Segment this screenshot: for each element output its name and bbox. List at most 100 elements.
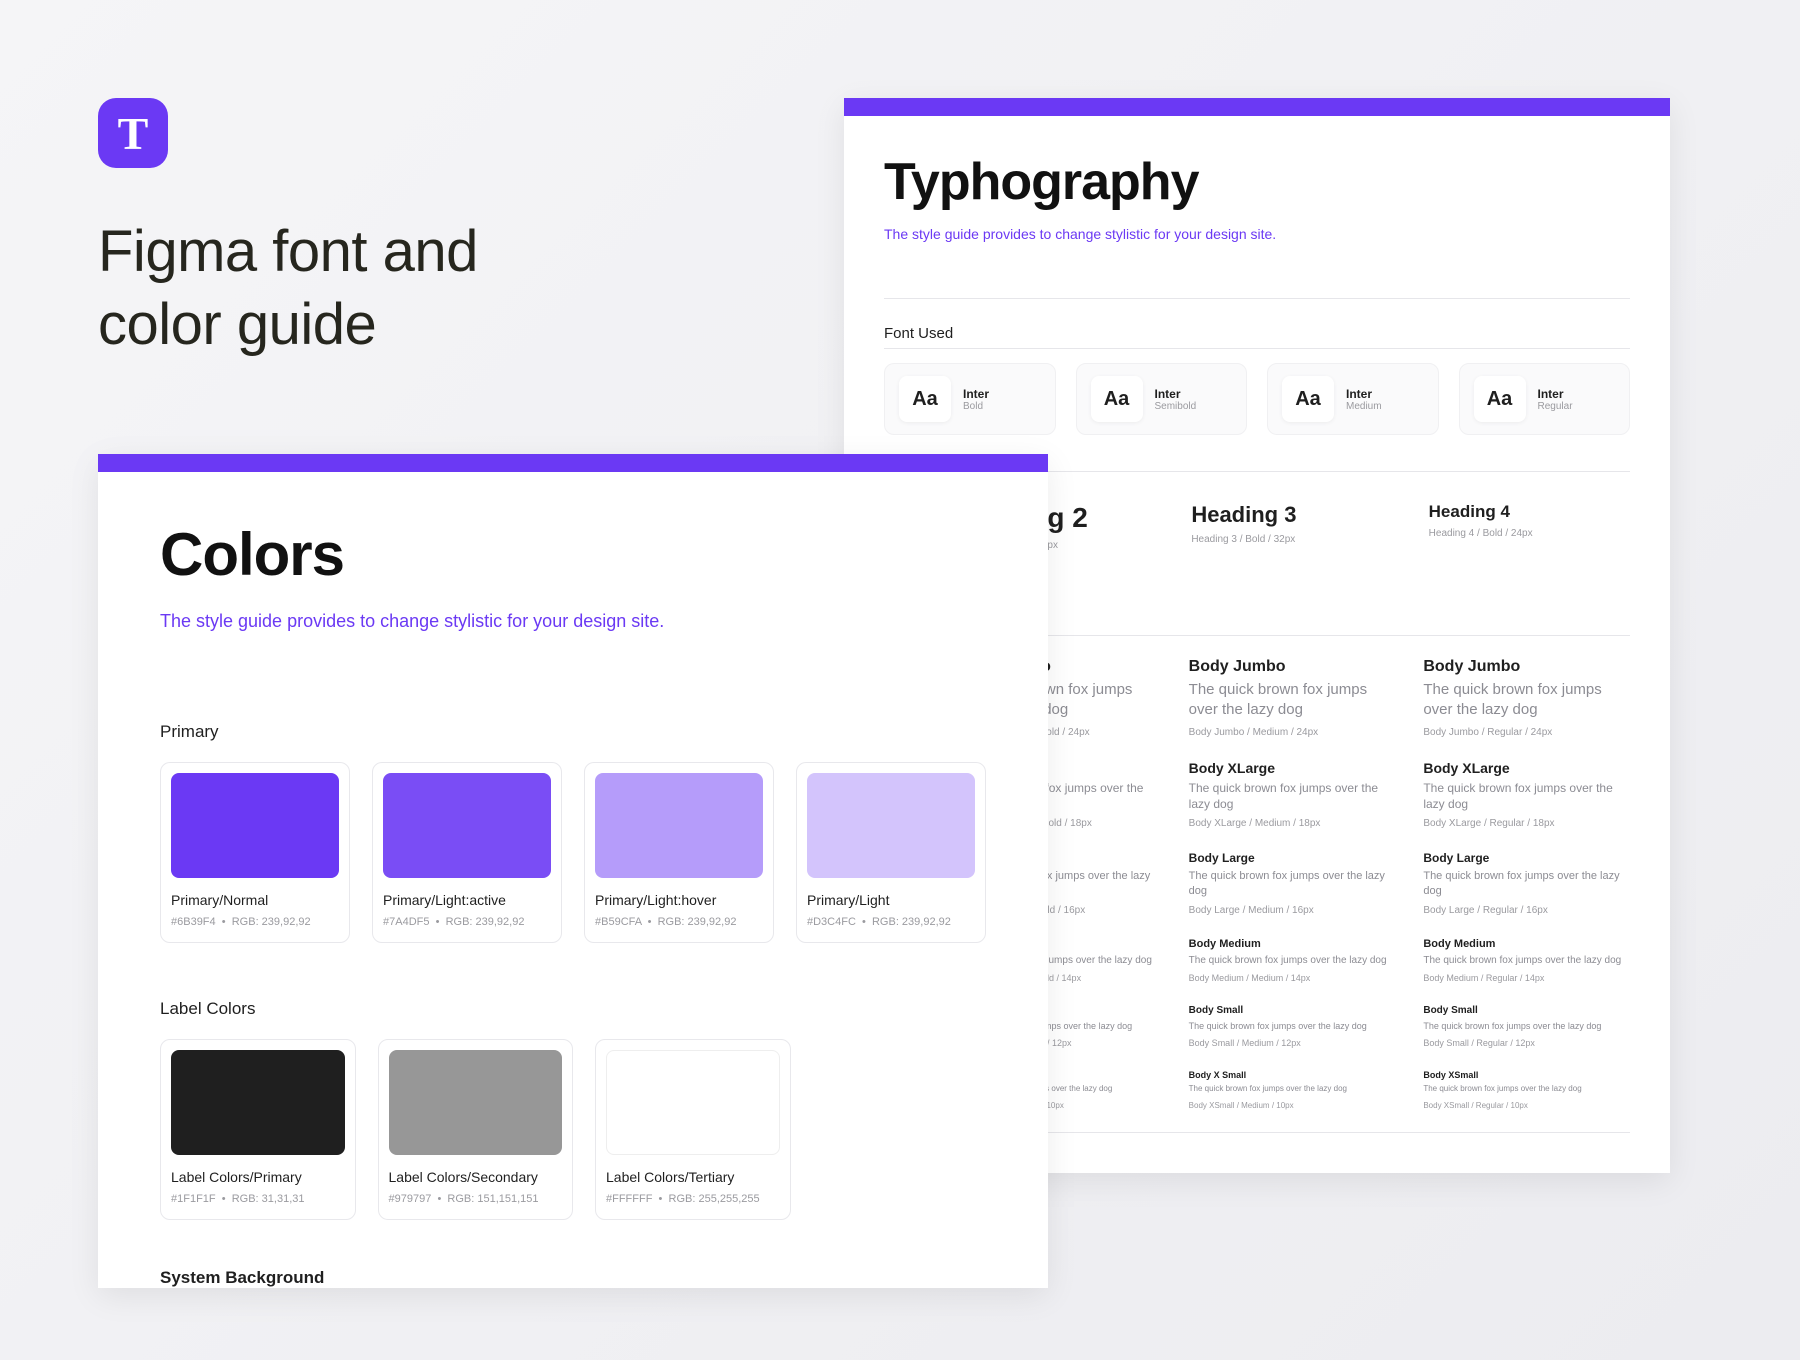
body-sample: The quick brown fox jumps over the lazy … [1423,869,1630,899]
body-meta: Body XLarge / Medium / 18px [1189,818,1396,829]
swatch-card: Label Colors/Tertiary #FFFFFF • RGB: 255… [595,1039,791,1220]
swatch-chip [171,773,339,878]
body-row-small: Body Small The quick brown fox jumps ove… [954,1005,1630,1048]
colors-panel: Colors The style guide provides to chang… [98,454,1048,1288]
body-row-medium: Body Medium The quick brown fox jumps ov… [954,938,1630,984]
body-sample: The quick brown fox jumps over the lazy … [1189,1020,1396,1032]
panel-accent-bar [844,98,1670,116]
body-meta: Body XLarge / Regular / 18px [1423,818,1630,829]
body-title: Body Medium [1423,938,1630,950]
body-title: Body Medium [1189,938,1396,950]
panel-accent-bar [98,454,1048,472]
heading3-sample: Heading 3 [1191,502,1392,528]
font-used-label: Font Used [884,325,1630,342]
font-card: Aa Inter Regular [1459,363,1631,435]
body-title: Body XLarge [1423,760,1630,776]
font-name: Inter [1346,387,1382,401]
heading4-meta: Heading 4 / Bold / 24px [1429,528,1630,539]
swatch-meta: #7A4DF5 • RGB: 239,92,92 [383,916,551,928]
font-cards-row: Aa Inter Bold Aa Inter Semibold Aa Inter… [884,363,1630,435]
body-meta: Body Large / Medium / 16px [1189,905,1396,916]
font-name: Inter [963,387,989,401]
heading-samples-row: Heading 2 Heading 2 / Bold / 40px Headin… [954,502,1630,551]
swatch-chip [595,773,763,878]
font-weight: Bold [963,401,989,412]
swatch-card: Label Colors/Primary #1F1F1F • RGB: 31,3… [160,1039,356,1220]
body-title: Body Jumbo [1189,658,1396,676]
body-sample: The quick brown fox jumps over the lazy … [1423,954,1630,968]
section-label-system-background: System Background [160,1268,986,1288]
body-meta: Body XSmall / Regular / 10px [1423,1101,1630,1110]
colors-title: Colors [160,520,986,589]
swatch-row-primary: Primary/Normal #6B39F4 • RGB: 239,92,92 … [160,762,986,943]
swatch-chip [383,773,551,878]
swatch-meta: #D3C4FC • RGB: 239,92,92 [807,916,975,928]
body-meta: Body Medium / Regular / 14px [1423,973,1630,983]
body-row-jumbo: Body Jumbo The quick brown fox jumps ove… [954,658,1630,738]
body-row-large: Body Large The quick brown fox jumps ove… [954,851,1630,916]
body-sample: The quick brown fox jumps over the lazy … [1423,1020,1630,1032]
swatch-chip [389,1050,563,1155]
body-sample: The quick brown fox jumps over the lazy … [1189,780,1396,812]
logo-badge: T [98,98,168,168]
body-meta: Body Large / Regular / 16px [1423,905,1630,916]
font-weight: Semibold [1155,401,1197,412]
font-card: Aa Inter Medium [1267,363,1439,435]
body-meta: Body XSmall / Medium / 10px [1189,1101,1396,1110]
swatch-name: Primary/Light [807,892,975,908]
swatch-name: Primary/Light:active [383,892,551,908]
font-sample-icon: Aa [1091,376,1143,422]
body-title: Body X Small [1189,1070,1396,1080]
body-title: Body XSmall [1423,1070,1630,1080]
swatch-meta: #6B39F4 • RGB: 239,92,92 [171,916,339,928]
body-sample: The quick brown fox jumps over the lazy … [1189,869,1396,899]
body-sample: The quick brown fox jumps over the lazy … [1423,680,1630,721]
heading4-sample: Heading 4 [1429,502,1630,522]
swatch-row-label: Label Colors/Primary #1F1F1F • RGB: 31,3… [160,1039,986,1220]
body-title: Body Small [1189,1005,1396,1016]
divider [884,348,1630,349]
divider [884,298,1630,299]
body-sample: The quick brown fox jumps over the lazy … [1189,1084,1396,1095]
font-sample-icon: Aa [899,376,951,422]
font-card: Aa Inter Bold [884,363,1056,435]
section-label-primary: Primary [160,722,986,742]
swatch-chip [606,1050,780,1155]
body-meta: Body Medium / Medium / 14px [1189,973,1396,983]
logo-glyph-icon: T [118,107,149,160]
body-title: Body Large [1189,851,1396,865]
body-row-xsmall: Body XSmall The quick brown fox jumps ov… [954,1070,1630,1110]
swatch-meta: #1F1F1F • RGB: 31,31,31 [171,1193,345,1205]
swatch-name: Label Colors/Tertiary [606,1169,780,1185]
divider [954,1132,1630,1133]
body-title: Body Large [1423,851,1630,865]
page-title: Figma font and color guide [98,216,478,361]
font-weight: Regular [1538,401,1573,412]
swatch-card: Label Colors/Secondary #979797 • RGB: 15… [378,1039,574,1220]
body-meta: Body Small / Medium / 12px [1189,1038,1396,1048]
body-meta: Body Small / Regular / 12px [1423,1038,1630,1048]
font-sample-icon: Aa [1474,376,1526,422]
swatch-name: Primary/Light:hover [595,892,763,908]
heading3-meta: Heading 3 / Bold / 32px [1191,534,1392,545]
body-title: Body Jumbo [1423,658,1630,676]
page-title-line1: Figma font and [98,219,478,284]
body-sample: The quick brown fox jumps over the lazy … [1189,680,1396,721]
body-meta: Body Jumbo / Medium / 24px [1189,727,1396,738]
typography-title: Typhography [884,152,1630,212]
page-title-line2: color guide [98,292,376,357]
swatch-meta: #FFFFFF • RGB: 255,255,255 [606,1193,780,1205]
body-sample: The quick brown fox jumps over the lazy … [1189,954,1396,968]
swatch-name: Primary/Normal [171,892,339,908]
swatch-card: Primary/Light:hover #B59CFA • RGB: 239,9… [584,762,774,943]
body-title: Body XLarge [1189,760,1396,776]
font-weight: Medium [1346,401,1382,412]
body-meta: Body Jumbo / Regular / 24px [1423,727,1630,738]
swatch-chip [171,1050,345,1155]
swatch-placeholder [813,1039,987,1220]
swatch-name: Label Colors/Primary [171,1169,345,1185]
body-title: Body Small [1423,1005,1630,1016]
section-label-label-colors: Label Colors [160,999,986,1019]
swatch-chip [807,773,975,878]
swatch-card: Primary/Light #D3C4FC • RGB: 239,92,92 [796,762,986,943]
